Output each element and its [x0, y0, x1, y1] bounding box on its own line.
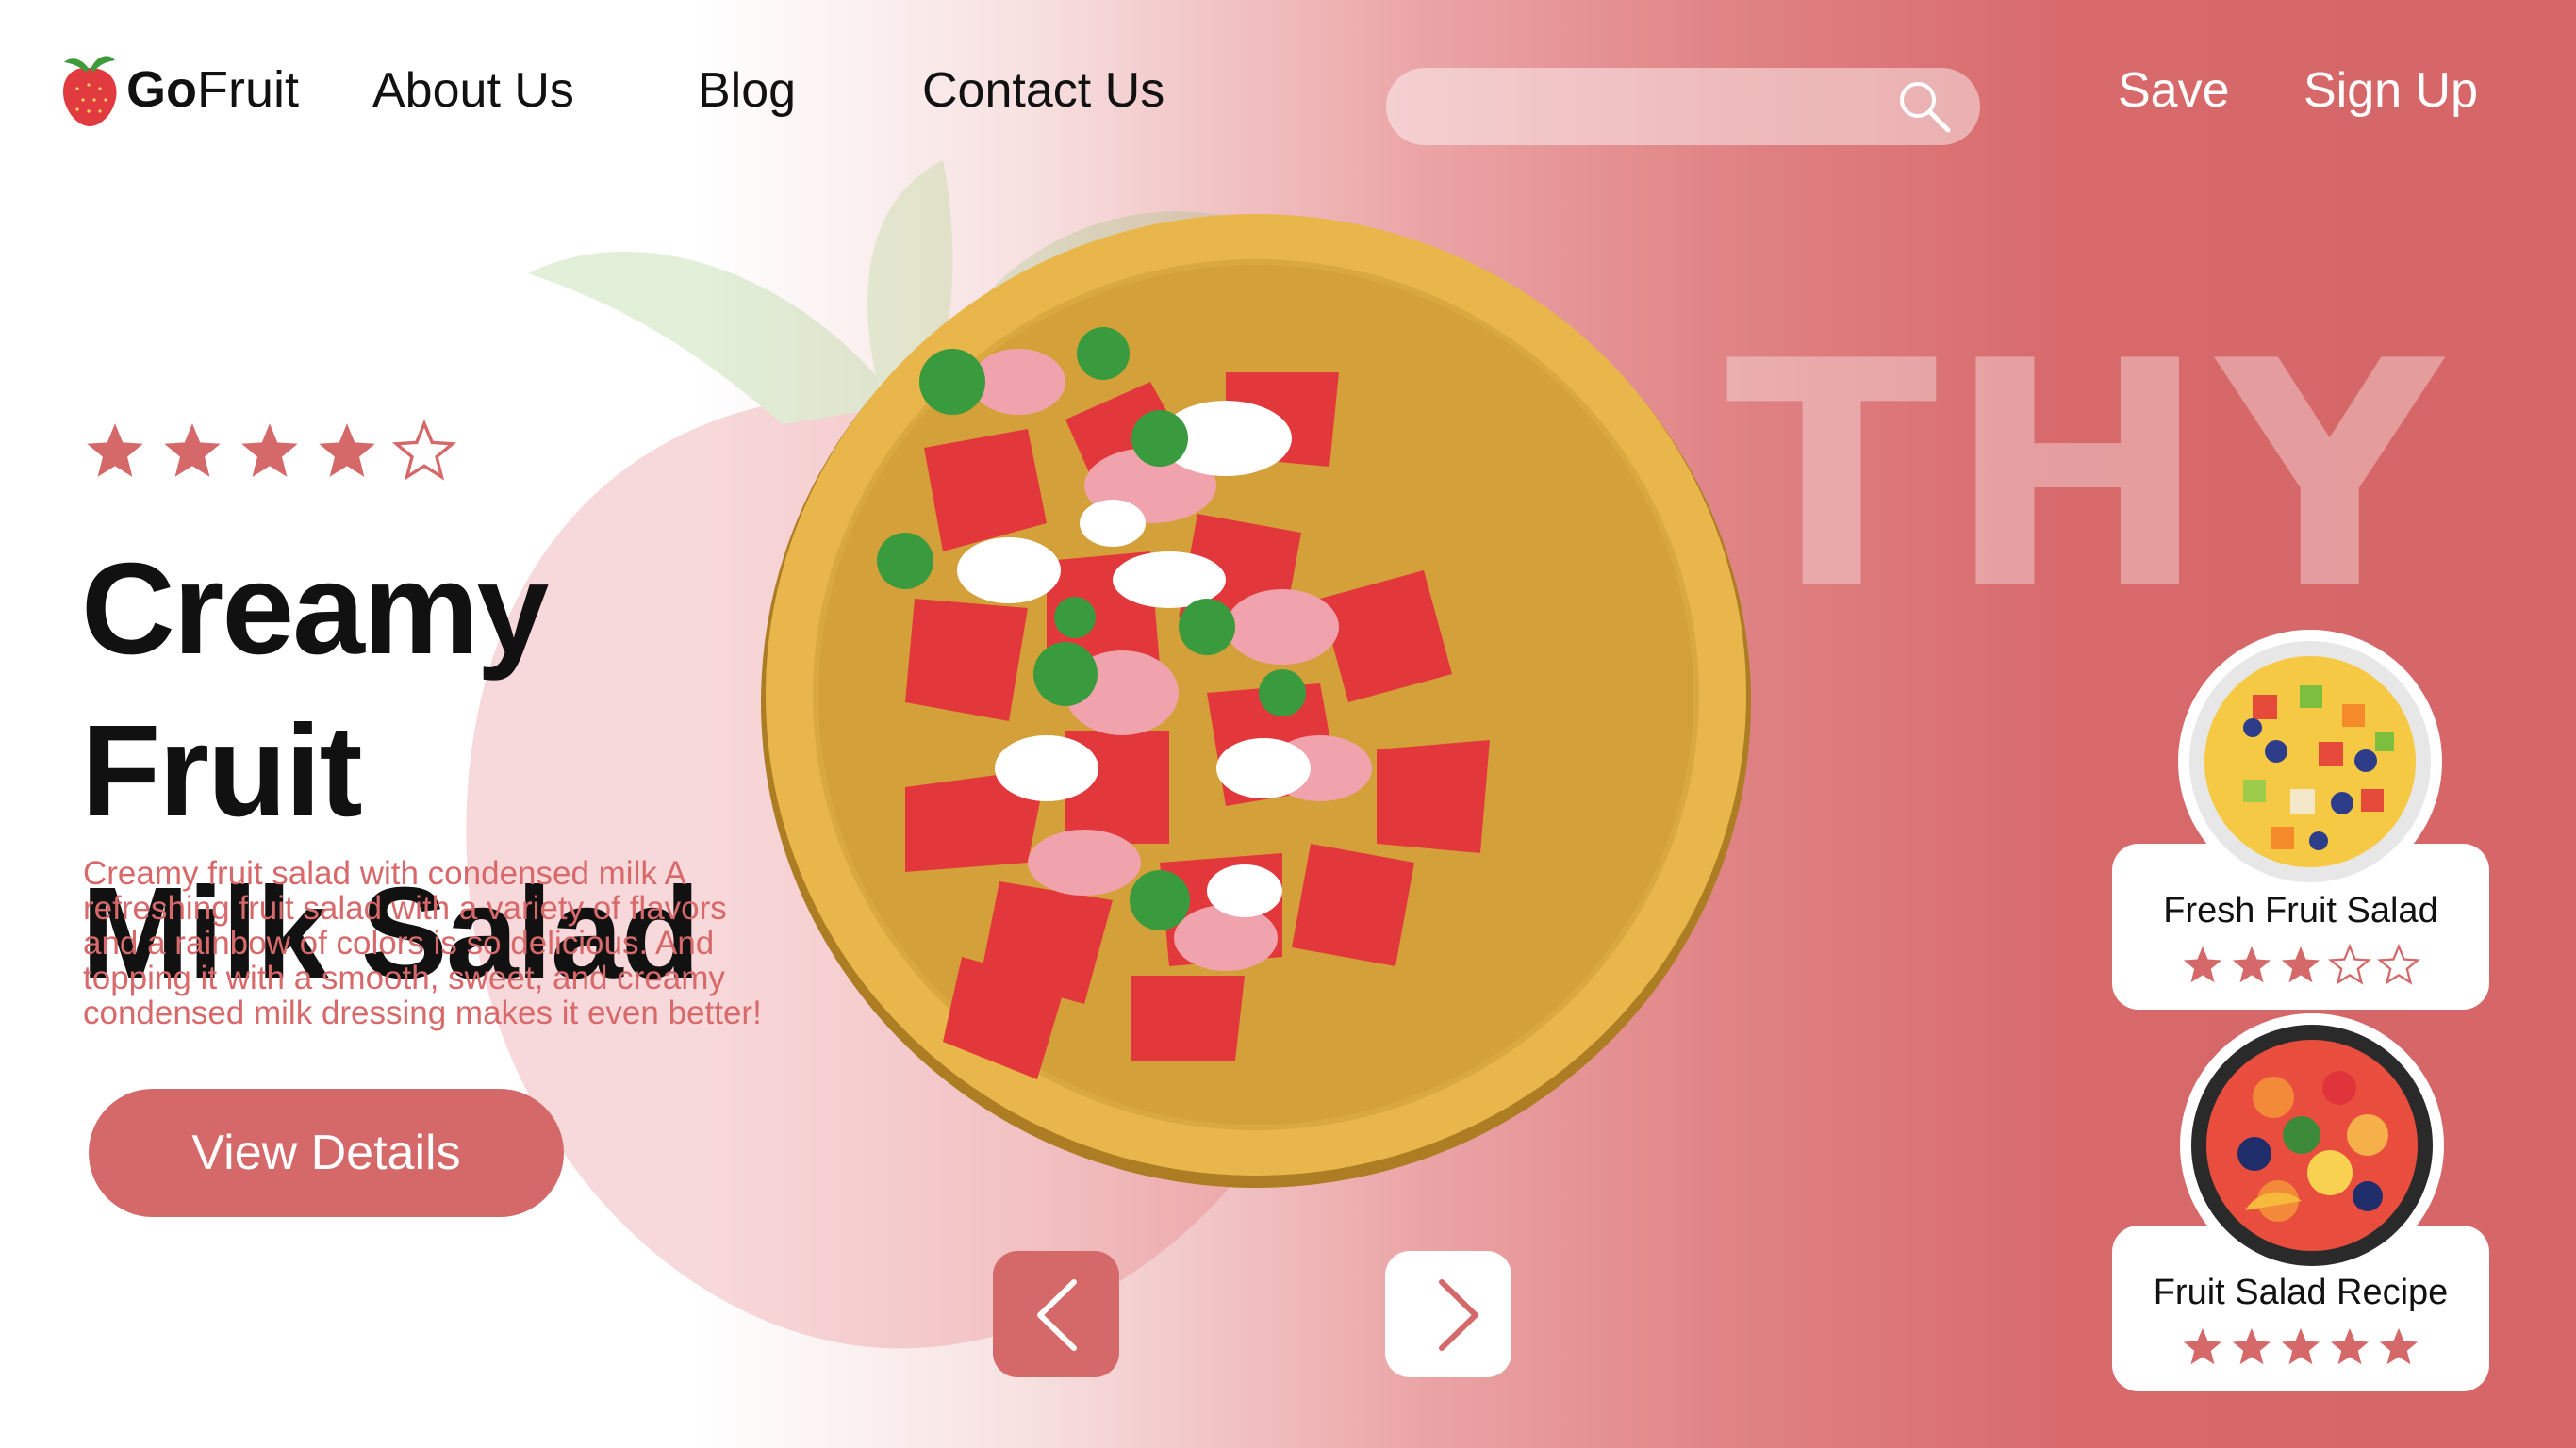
nav-blog-link[interactable]: Blog	[698, 62, 796, 119]
card-title: Fresh Fruit Salad	[2163, 891, 2438, 930]
search-icon[interactable]	[1895, 77, 1954, 136]
star-filled-icon	[2232, 946, 2271, 983]
star-empty-icon	[392, 420, 456, 481]
nav-contact-us-link[interactable]: Contact Us	[922, 62, 1164, 119]
nav-about-us-link[interactable]: About Us	[372, 62, 574, 119]
star-filled-icon	[2183, 946, 2222, 983]
star-empty-icon	[2328, 944, 2371, 985]
hero-description: Creamy fruit salad with condensed milk A…	[83, 855, 762, 1031]
star-filled-icon	[241, 423, 298, 477]
star-filled-icon	[2281, 946, 2320, 983]
star-filled-icon	[164, 423, 221, 477]
star-filled-icon	[2379, 1327, 2419, 1365]
star-filled-icon	[2281, 1327, 2320, 1365]
next-slide-button[interactable]	[1385, 1251, 1511, 1377]
search-input[interactable]	[1386, 68, 1980, 145]
previous-slide-button[interactable]	[993, 1251, 1119, 1377]
card-rating	[2112, 1325, 2489, 1369]
fruit-bowl-icon	[2191, 1025, 2433, 1266]
save-link[interactable]: Save	[2118, 62, 2230, 119]
star-filled-icon	[2232, 1327, 2271, 1365]
card-rating	[2112, 944, 2489, 987]
star-empty-icon	[2377, 944, 2420, 985]
salad-plate-image	[761, 214, 1751, 1188]
star-filled-icon	[319, 423, 375, 477]
fresh-fruit-salad-image[interactable]	[2178, 630, 2442, 894]
brand-logo[interactable]: GoFruit	[58, 47, 299, 132]
chevron-left-icon	[1037, 1279, 1077, 1351]
hero-rating	[83, 420, 456, 484]
star-filled-icon	[87, 423, 143, 477]
card-title: Fruit Salad Recipe	[2153, 1273, 2449, 1312]
background-watermark-text: THY	[1726, 295, 2452, 657]
landing-page: THY GoFruit About Us Blog Contact Us Sav…	[0, 0, 2576, 1448]
brand-name: GoFruit	[126, 61, 299, 118]
view-details-button[interactable]: View Details	[89, 1089, 564, 1217]
star-filled-icon	[2330, 1327, 2370, 1365]
strawberry-icon	[63, 56, 117, 126]
hero-title-line-1: Creamy Fruit	[81, 536, 549, 844]
fruit-salad-recipe-image[interactable]	[2180, 1013, 2444, 1277]
sign-up-link[interactable]: Sign Up	[2304, 62, 2478, 119]
star-filled-icon	[2183, 1327, 2222, 1365]
fruit-bowl-icon	[2189, 641, 2431, 882]
chevron-right-icon	[1439, 1279, 1478, 1351]
